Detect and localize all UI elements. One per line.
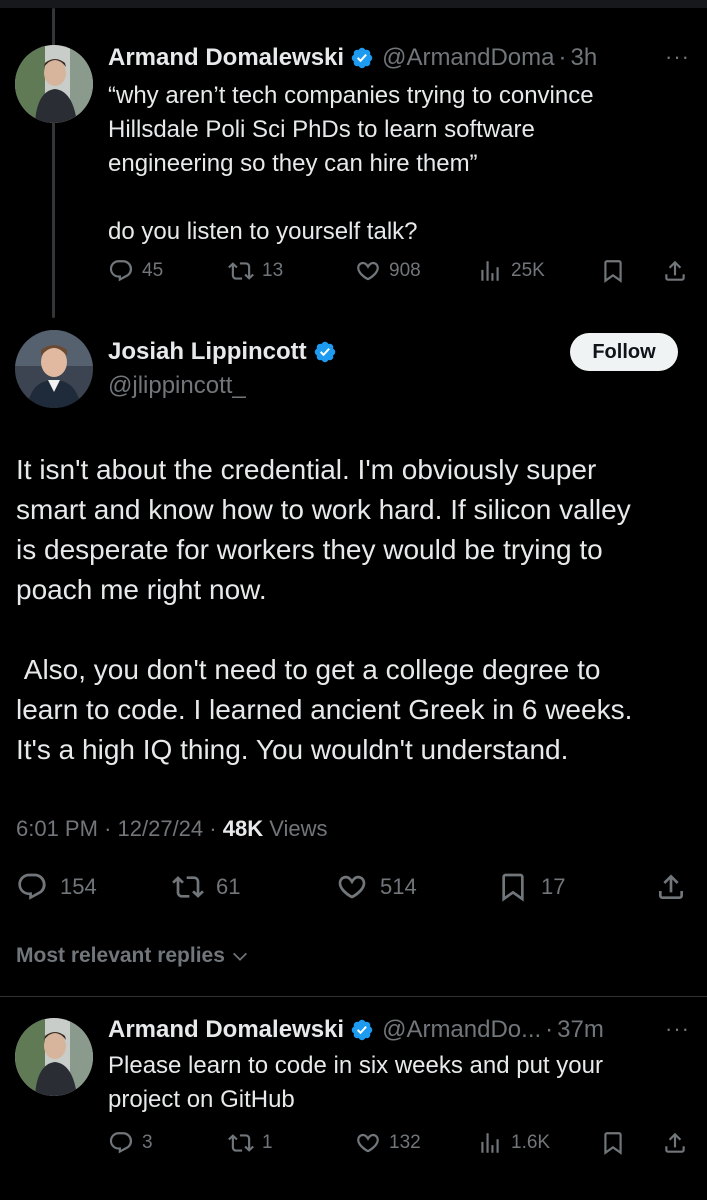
like-count: 514 [380,874,417,899]
share-button[interactable] [662,1130,688,1156]
main-tweet-text: It isn't about the credential. I'm obvio… [16,454,633,765]
like-count: 132 [389,1132,421,1153]
repost-icon [172,871,204,903]
bookmark-icon [600,258,626,284]
follow-button[interactable]: Follow [570,333,678,371]
share-button[interactable] [662,258,688,284]
bookmark-button[interactable]: 17 [497,871,565,903]
views-icon [477,1130,503,1156]
divider [0,996,707,997]
like-button[interactable]: 514 [336,871,417,903]
reply-icon [108,258,134,284]
tweet-time[interactable]: 37m [557,1016,604,1044]
repost-icon [228,258,254,284]
reply-button[interactable]: 3 [108,1130,153,1156]
reply-button[interactable]: 45 [108,258,163,284]
tweet-meta: 6:01 PM · 12/27/24 · 48K Views [16,816,328,842]
separator-dot: · [104,816,118,841]
repost-count: 13 [262,260,284,281]
author-handle[interactable]: @ArmandDo... [382,1016,541,1044]
like-icon [355,1130,381,1156]
more-icon[interactable]: ··· [665,1016,690,1042]
share-button[interactable] [655,871,687,903]
tweet-date[interactable]: 12/27/24 [118,816,204,841]
repost-count: 61 [216,874,241,899]
avatar[interactable] [15,330,93,408]
verified-icon [350,1018,374,1042]
bookmark-icon [600,1130,626,1156]
tweet-text: Please learn to code in six weeks and pu… [108,1052,603,1113]
like-button[interactable]: 908 [355,258,421,284]
reply-icon [16,871,48,903]
views-count: 1.6K [511,1132,551,1153]
separator-dot: · [545,1016,554,1043]
repost-button[interactable]: 1 [228,1130,273,1156]
chevron-down-icon [231,947,249,965]
verified-icon [350,46,374,70]
author-handle-row: @jlippincott_ [108,372,246,400]
views-button[interactable]: 1.6K [477,1130,550,1156]
reply-count: 3 [142,1132,153,1153]
author-handle[interactable]: @jlippincott_ [108,372,246,400]
avatar[interactable] [15,45,93,123]
share-icon [655,871,687,903]
views-count: 48K [222,816,264,841]
top-bar [0,0,707,8]
replies-sort-label: Most relevant replies [16,944,225,967]
thread-line [52,8,55,46]
repost-button[interactable]: 13 [228,258,283,284]
author-name[interactable]: Armand Domalewski [108,1016,344,1044]
share-icon [662,258,688,284]
share-icon [662,1130,688,1156]
reply-count: 45 [142,260,164,281]
reply-count: 154 [60,874,97,899]
tweet-time[interactable]: 3h [571,44,598,72]
replies-sort-dropdown[interactable]: Most relevant replies [16,944,249,968]
thread-line [52,100,55,318]
tweet-text: “why aren’t tech companies trying to con… [108,82,594,245]
reply-icon [108,1130,134,1156]
bookmark-count: 17 [541,874,566,899]
views-label: Views [269,816,328,841]
bookmark-button[interactable] [600,1130,626,1156]
separator-dot: · [209,816,223,841]
separator-dot: · [558,44,567,71]
bookmark-icon [497,871,529,903]
tweet-header: Josiah Lippincott [108,338,337,366]
views-icon [477,258,503,284]
tweet-time[interactable]: 6:01 PM [16,816,98,841]
repost-icon [228,1130,254,1156]
repost-button[interactable]: 61 [172,871,240,903]
author-name[interactable]: Josiah Lippincott [108,338,307,366]
like-button[interactable]: 132 [355,1130,421,1156]
tweet-header: Armand Domalewski @ArmandDoma · 3h [108,44,597,72]
like-icon [355,258,381,284]
bookmark-button[interactable] [600,258,626,284]
verified-icon [313,340,337,364]
views-count: 25K [511,260,545,281]
author-handle[interactable]: @ArmandDoma [382,44,554,72]
reply-button[interactable]: 154 [16,871,97,903]
like-count: 908 [389,260,421,281]
tweet-header: Armand Domalewski @ArmandDo... · 37m [108,1016,604,1044]
views-button[interactable]: 25K [477,258,545,284]
avatar[interactable] [15,1018,93,1096]
author-name[interactable]: Armand Domalewski [108,44,344,72]
more-icon[interactable]: ··· [665,44,690,70]
like-icon [336,871,368,903]
repost-count: 1 [262,1132,273,1153]
